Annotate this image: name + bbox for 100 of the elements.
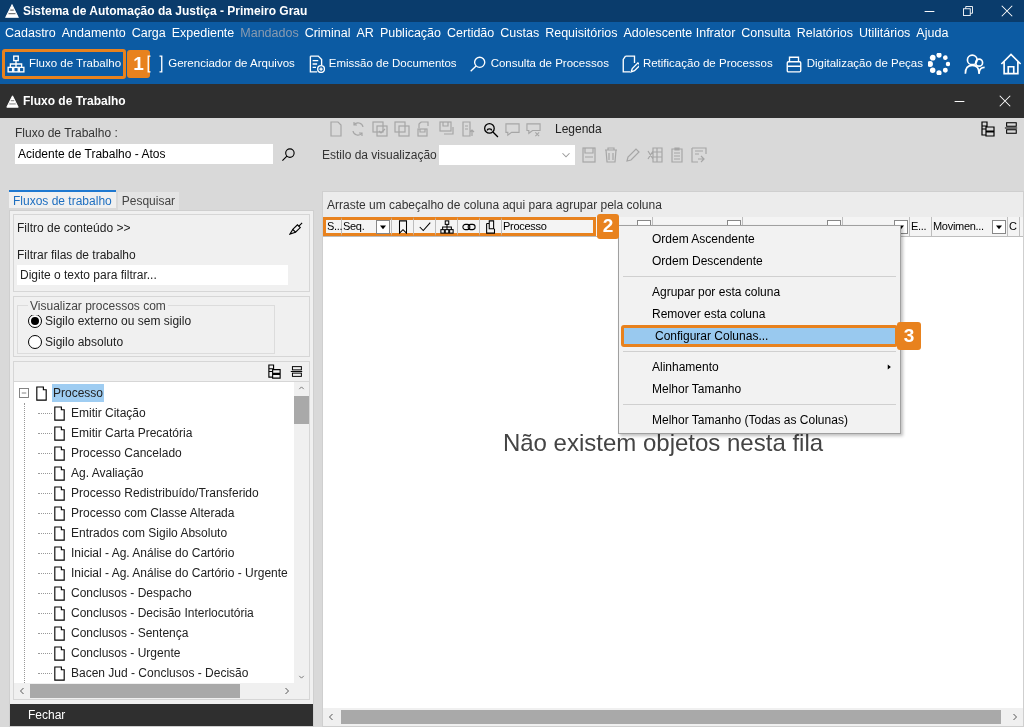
menu-item[interactable]: Ordem Ascendente xyxy=(621,228,898,250)
group-by-area: Arraste um cabeçalho de coluna aqui para agrupar pela coluna xyxy=(323,192,1023,217)
close-icon[interactable] xyxy=(998,94,1012,108)
check-icon xyxy=(417,219,432,234)
menu-item[interactable]: Cadastro xyxy=(5,23,56,43)
menu-item[interactable]: Requisitórios xyxy=(545,23,618,43)
menu-item[interactable]: Consulta xyxy=(741,23,791,43)
column-header[interactable] xyxy=(480,217,502,236)
tab[interactable]: Fluxos de trabalho xyxy=(9,190,116,208)
collapse-rows-icon[interactable] xyxy=(1004,121,1018,135)
scrollbar-thumb[interactable] xyxy=(341,710,1001,724)
column-header[interactable] xyxy=(458,217,480,236)
tree-expand-icon[interactable] xyxy=(980,121,996,137)
queue-icon xyxy=(52,525,67,541)
menu-item[interactable]: Agrupar por esta coluna xyxy=(621,281,898,303)
menu-item[interactable]: Utilitários xyxy=(858,23,911,43)
collapse-box-icon[interactable] xyxy=(18,387,30,399)
tab[interactable]: Pesquisar xyxy=(117,192,180,210)
queue-icon xyxy=(52,445,67,461)
collapse-rows-icon[interactable] xyxy=(290,365,303,378)
tree-item[interactable]: Processo com Classe Alterada xyxy=(70,504,236,522)
column-header[interactable]: C xyxy=(1008,217,1020,236)
radio-label[interactable]: Sigilo externo ou sem sigilo xyxy=(45,312,192,330)
menu-item[interactable]: Criminal xyxy=(304,23,351,43)
toolbar-button[interactable]: Digitalização de Peças xyxy=(779,49,928,79)
dropdown-button[interactable] xyxy=(376,219,390,234)
menu-item[interactable]: Ajuda xyxy=(916,23,949,43)
radio-button[interactable] xyxy=(28,335,42,349)
menu-item[interactable]: Expediente xyxy=(171,23,235,43)
logo-icon xyxy=(5,4,19,18)
tree-item[interactable]: Conclusos - Despacho xyxy=(70,584,193,602)
tree-item[interactable]: Inicial - Ag. Análise do Cartório - Urgente xyxy=(70,564,289,582)
tree-item[interactable]: Emitir Carta Precatória xyxy=(70,424,194,442)
section-header[interactable]: Filtro de conteúdo >> xyxy=(17,219,131,237)
column-header[interactable]: Seq. xyxy=(342,217,392,236)
close-button[interactable]: Fechar xyxy=(28,706,66,724)
search-icon[interactable] xyxy=(281,146,296,162)
column-header[interactable] xyxy=(436,217,458,236)
column-header[interactable] xyxy=(392,217,414,236)
users-icon[interactable] xyxy=(964,53,986,75)
toolbar-button[interactable]: Consulta de Processos xyxy=(463,49,614,79)
menu-item[interactable]: Andamento xyxy=(61,23,126,43)
column-header[interactable]: S... xyxy=(323,217,342,236)
toolbar-button[interactable]: Fluxo de Trabalho xyxy=(2,49,127,79)
workflow-field[interactable]: Acidente de Trabalho - Atos xyxy=(15,144,273,164)
document-check-icon[interactable] xyxy=(372,121,388,137)
tree-item[interactable]: Bacen Jud - Conclusos - Decisão xyxy=(70,664,250,682)
home-icon[interactable] xyxy=(1000,53,1022,75)
queue-icon xyxy=(34,385,49,401)
tree-item[interactable]: Ag. Avaliação xyxy=(70,464,145,482)
tree-item[interactable]: Conclusos - Urgente xyxy=(70,644,182,662)
filter-field[interactable]: Digite o texto para filtrar... xyxy=(17,265,288,285)
scrollbar-thumb[interactable] xyxy=(30,684,240,698)
hierarchy-icon xyxy=(439,219,454,234)
spinner-icon[interactable] xyxy=(928,53,950,75)
tree-item[interactable]: Conclusos - Sentença xyxy=(70,624,190,642)
callout-number: 1 xyxy=(127,50,151,78)
menu-item[interactable]: Relatórios xyxy=(796,23,853,43)
queue-icon xyxy=(52,425,67,441)
scrollbar-thumb[interactable] xyxy=(294,396,309,424)
scrollbar[interactable] xyxy=(294,382,309,683)
scrollbar[interactable] xyxy=(323,708,1023,726)
menu-item[interactable]: Publicação xyxy=(379,23,442,43)
queue-icon xyxy=(52,465,67,481)
menu-item[interactable]: Adolescente Infrator xyxy=(623,23,736,43)
tree-expand-icon[interactable] xyxy=(267,364,282,379)
clipboard-icon[interactable] xyxy=(668,147,685,163)
close-icon[interactable] xyxy=(1000,4,1014,18)
menu-item[interactable]: Ordem Descendente xyxy=(621,250,898,272)
tree-item[interactable]: Inicial - Ag. Análise do Cartório xyxy=(70,544,236,562)
restore-icon[interactable] xyxy=(962,5,974,17)
menu-item[interactable]: Custas xyxy=(500,23,540,43)
column-header[interactable]: Movimen... xyxy=(932,217,1008,236)
tree-item[interactable]: Processo Cancelado xyxy=(70,444,183,462)
menu-item[interactable]: AR xyxy=(356,23,374,43)
menu-item[interactable]: Carga xyxy=(131,23,166,43)
column-header[interactable]: E... xyxy=(910,217,932,236)
window-title: Sistema de Automação da Justiça - Primeiro Grau xyxy=(23,3,308,20)
column-header[interactable] xyxy=(414,217,436,236)
dropdown-button[interactable] xyxy=(992,219,1006,234)
tree-item[interactable]: Conclusos - Decisão Interlocutória xyxy=(70,604,255,622)
menu-item[interactable]: Alinhamento xyxy=(621,356,898,378)
magnifier-icon[interactable] xyxy=(482,120,499,138)
menu-item[interactable]: Configurar Colunas... xyxy=(621,325,898,347)
legend-label[interactable]: Legenda xyxy=(555,120,602,138)
logo-icon xyxy=(6,94,19,108)
tree-item[interactable]: Processo Redistribuído/Transferido xyxy=(70,484,260,502)
column-header[interactable]: Processo xyxy=(502,217,596,236)
queue-icon xyxy=(52,405,67,421)
radio-label[interactable]: Sigilo absoluto xyxy=(45,333,124,351)
tree-item[interactable]: Processo xyxy=(52,384,105,402)
tree-item[interactable]: Entrados com Sigilo Absoluto xyxy=(70,524,229,542)
toolbar-button[interactable]: Emissão de Documentos xyxy=(301,49,462,79)
brush-icon[interactable] xyxy=(289,220,304,236)
toolbar-button[interactable]: Retificação de Processos xyxy=(615,49,778,79)
menu-item[interactable]: Certidão xyxy=(447,23,495,43)
tree-item[interactable]: Emitir Citação xyxy=(70,404,147,422)
queue-icon xyxy=(52,485,67,501)
menu-item[interactable]: Remover esta coluna xyxy=(621,303,898,325)
menu-item[interactable]: Melhor Tamanho xyxy=(621,378,898,400)
